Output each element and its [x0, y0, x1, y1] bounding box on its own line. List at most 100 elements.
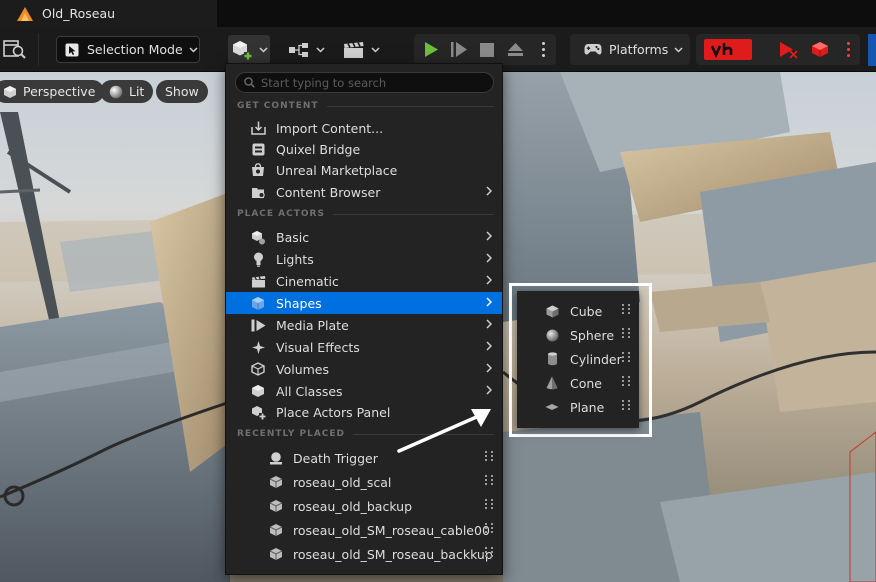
- blueprints-button[interactable]: [285, 35, 327, 64]
- menu-item-shapes[interactable]: Shapes: [226, 292, 502, 314]
- visual-effects-icon: [250, 339, 266, 355]
- menu-item-quixel-bridge[interactable]: Quixel Bridge: [226, 138, 502, 160]
- shape-item-sphere[interactable]: Sphere: [517, 323, 639, 347]
- menu-item-label: Media Plate: [276, 317, 349, 333]
- advance-frame-button[interactable]: [448, 38, 470, 61]
- platforms-label: Platforms: [609, 42, 669, 57]
- lit-sphere-icon: [109, 85, 123, 98]
- recent-item-label: roseau_old_scal: [293, 474, 392, 490]
- project-tab[interactable]: Old_Roseau: [0, 0, 217, 27]
- content-browser-icon: [250, 184, 266, 200]
- shape-item-label: Plane: [570, 399, 605, 415]
- section-place-actors: PLACE ACTORS: [237, 207, 494, 221]
- title-bar: Old_Roseau: [0, 0, 876, 27]
- menu-item-media-plate[interactable]: Media Plate: [226, 314, 502, 336]
- add-actor-menu: GET CONTENT Import Content... Quixel Bri…: [225, 63, 503, 575]
- plugin-options-icon[interactable]: [847, 42, 851, 57]
- menu-item-label: All Classes: [276, 383, 343, 399]
- chevron-right-icon: [486, 275, 492, 285]
- annotation-arrow-icon: [397, 409, 491, 453]
- place-actors-icon: [250, 404, 266, 420]
- stop-icon: [480, 42, 494, 57]
- project-tab-label: Old_Roseau: [42, 6, 116, 21]
- selection-mode-dropdown[interactable]: Selection Mode: [56, 36, 200, 63]
- volumes-icon: [250, 361, 266, 377]
- static-mesh-icon: [268, 522, 284, 538]
- chevron-right-icon: [486, 319, 492, 329]
- menu-item-label: Import Content...: [276, 120, 384, 136]
- show-flags-button[interactable]: Show: [156, 80, 208, 103]
- play-cursor-icon: [780, 41, 798, 59]
- shape-item-cylinder[interactable]: Cylinder: [517, 347, 639, 371]
- perspective-cube-icon: [4, 85, 16, 98]
- chevron-down-icon: [674, 46, 683, 53]
- add-actor-button[interactable]: [228, 35, 270, 64]
- shape-item-plane[interactable]: Plane: [517, 395, 639, 419]
- recent-item-roseau-old-scal[interactable]: roseau_old_scal: [226, 470, 502, 494]
- view-mode-button[interactable]: Lit: [100, 80, 154, 103]
- recent-item-label: roseau_old_backup: [293, 498, 413, 514]
- chevron-down-icon: [258, 46, 268, 53]
- drag-handle-icon[interactable]: [485, 475, 494, 485]
- drag-handle-icon[interactable]: [485, 499, 494, 509]
- menu-item-volumes[interactable]: Volumes: [226, 358, 502, 380]
- eject-button[interactable]: [504, 38, 526, 61]
- play-icon: [425, 42, 438, 57]
- drag-handle-icon[interactable]: [485, 523, 494, 533]
- media-plate-icon: [250, 317, 266, 333]
- drag-handle-icon[interactable]: [622, 328, 631, 338]
- chevron-right-icon: [486, 363, 492, 373]
- drag-handle-icon[interactable]: [622, 376, 631, 386]
- menu-item-label: Content Browser: [276, 184, 381, 200]
- drag-handle-icon[interactable]: [622, 400, 631, 410]
- cube-icon: [545, 304, 559, 318]
- chevron-down-icon: [370, 46, 380, 53]
- shape-item-cone[interactable]: Cone: [517, 371, 639, 395]
- menu-item-label: Shapes: [276, 295, 322, 311]
- add-cube-icon: [232, 40, 252, 60]
- settings-edge-button[interactable]: [868, 34, 876, 66]
- menu-search-input[interactable]: [261, 75, 481, 90]
- menu-item-content-browser[interactable]: Content Browser: [226, 181, 502, 203]
- menu-item-basic[interactable]: Basic: [226, 226, 502, 248]
- play-button[interactable]: [420, 38, 442, 61]
- menu-item-cinematic[interactable]: Cinematic: [226, 270, 502, 292]
- menu-item-label: Quixel Bridge: [276, 141, 361, 157]
- package-plugin-button[interactable]: [808, 38, 832, 61]
- sphere-icon: [545, 328, 559, 342]
- drag-handle-icon[interactable]: [485, 547, 494, 557]
- drag-handle-icon[interactable]: [622, 352, 631, 362]
- platforms-dropdown[interactable]: Platforms: [570, 34, 690, 65]
- recent-item-roseau-backkup[interactable]: roseau_old_SM_roseau_backkup: [226, 542, 502, 566]
- cinematics-button[interactable]: [340, 35, 382, 64]
- red-cube-icon: [812, 42, 828, 57]
- menu-item-label: Unreal Marketplace: [276, 162, 398, 178]
- menu-item-all-classes[interactable]: All Classes: [226, 380, 502, 402]
- play-options-icon[interactable]: [542, 42, 546, 57]
- recent-item-roseau-cable00[interactable]: roseau_old_SM_roseau_cable00: [226, 518, 502, 542]
- trigger-icon: [268, 450, 284, 466]
- menu-item-label: Place Actors Panel: [276, 404, 391, 420]
- menu-search-box[interactable]: [235, 72, 494, 93]
- menu-item-unreal-marketplace[interactable]: Unreal Marketplace: [226, 159, 502, 181]
- step-forward-icon: [451, 42, 467, 57]
- cone-icon: [545, 376, 559, 390]
- shape-item-cube[interactable]: Cube: [517, 299, 639, 323]
- menu-item-label: Cinematic: [276, 273, 339, 289]
- launch-plugin-button[interactable]: [776, 38, 800, 61]
- recent-item-roseau-old-backup[interactable]: roseau_old_backup: [226, 494, 502, 518]
- eject-icon: [507, 43, 523, 56]
- menu-item-import-content[interactable]: Import Content...: [226, 117, 502, 139]
- menu-item-visual-effects[interactable]: Visual Effects: [226, 336, 502, 358]
- menu-item-lights[interactable]: Lights: [226, 248, 502, 270]
- show-label: Show: [165, 84, 199, 99]
- perspective-button[interactable]: Perspective: [0, 80, 105, 103]
- static-mesh-icon: [268, 546, 284, 562]
- vh-logo-icon: [710, 42, 733, 58]
- chevron-right-icon: [486, 186, 492, 196]
- content-drawer-button[interactable]: [2, 37, 28, 61]
- import-icon: [250, 120, 266, 136]
- stop-button[interactable]: [476, 38, 498, 61]
- drag-handle-icon[interactable]: [622, 304, 631, 314]
- vh-plugin-button[interactable]: [704, 39, 752, 60]
